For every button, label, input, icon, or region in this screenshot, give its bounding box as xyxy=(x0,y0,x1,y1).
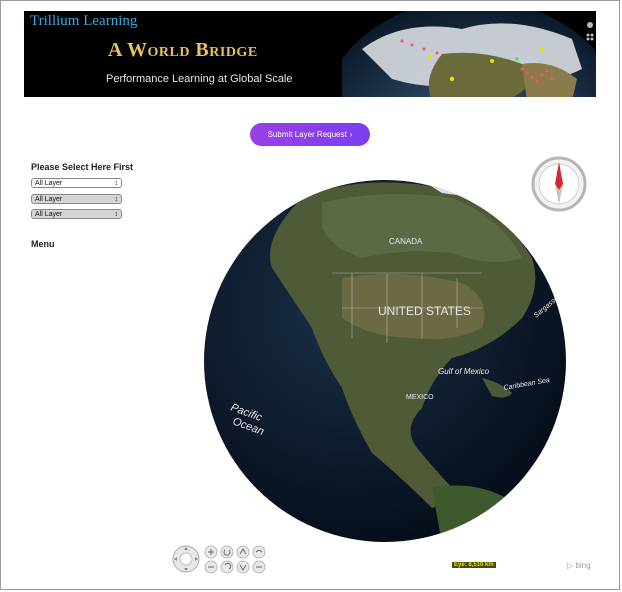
layer-select-1-value: All Layer xyxy=(35,179,63,187)
tilt-down-button[interactable] xyxy=(236,560,250,574)
layer-select-1[interactable]: All Layer ↕ xyxy=(31,178,122,188)
submit-layer-request-button[interactable]: Submit Layer Request › xyxy=(250,123,370,146)
map-label-mexico: MEXICO xyxy=(406,394,434,401)
bing-attribution: ▷ bing xyxy=(567,561,591,570)
banner-globe-image xyxy=(342,11,596,97)
rotate-right-button[interactable] xyxy=(220,560,234,574)
tilt-up-button[interactable] xyxy=(236,545,250,559)
submit-label: Submit Layer Request xyxy=(267,130,347,139)
look-button[interactable] xyxy=(252,545,266,559)
layer-select-3-value: All Layer xyxy=(35,210,63,218)
chevron-right-icon: › xyxy=(349,130,353,139)
header-banner: Trillium Learning A World Bridge Perform… xyxy=(24,11,596,97)
updown-icon: ↕ xyxy=(114,210,119,218)
map-label-usa: UNITED STATES xyxy=(378,304,471,318)
banner-subtitle: Performance Learning at Global Scale xyxy=(106,73,293,85)
brand-name: Trillium Learning xyxy=(30,13,138,29)
updown-icon: ↕ xyxy=(114,195,119,203)
map-navigation-controls[interactable] xyxy=(172,542,272,576)
menu-label[interactable]: Menu xyxy=(31,239,55,249)
updown-icon: ↕ xyxy=(114,179,119,187)
map-label-gulf: Gulf of Mexico xyxy=(438,367,490,376)
globe-map[interactable]: CANADA UNITED STATES Gulf of Mexico MEXI… xyxy=(202,178,568,544)
map-label-canada: CANADA xyxy=(389,237,423,246)
banner-title: A World Bridge xyxy=(108,39,258,61)
layer-select-2-value: All Layer xyxy=(35,195,63,203)
layer-select-2[interactable]: All Layer ↕ xyxy=(31,194,122,204)
layer-select-heading: Please Select Here First xyxy=(31,162,134,172)
pan-control[interactable] xyxy=(172,545,200,573)
bing-attribution-text: bing xyxy=(575,561,591,570)
rotate-left-button[interactable] xyxy=(220,545,234,559)
scale-readout: Eye: 8,510 km xyxy=(452,562,496,568)
bing-logo-icon: ▷ xyxy=(567,561,574,570)
layer-select-3[interactable]: All Layer ↕ xyxy=(31,209,122,219)
